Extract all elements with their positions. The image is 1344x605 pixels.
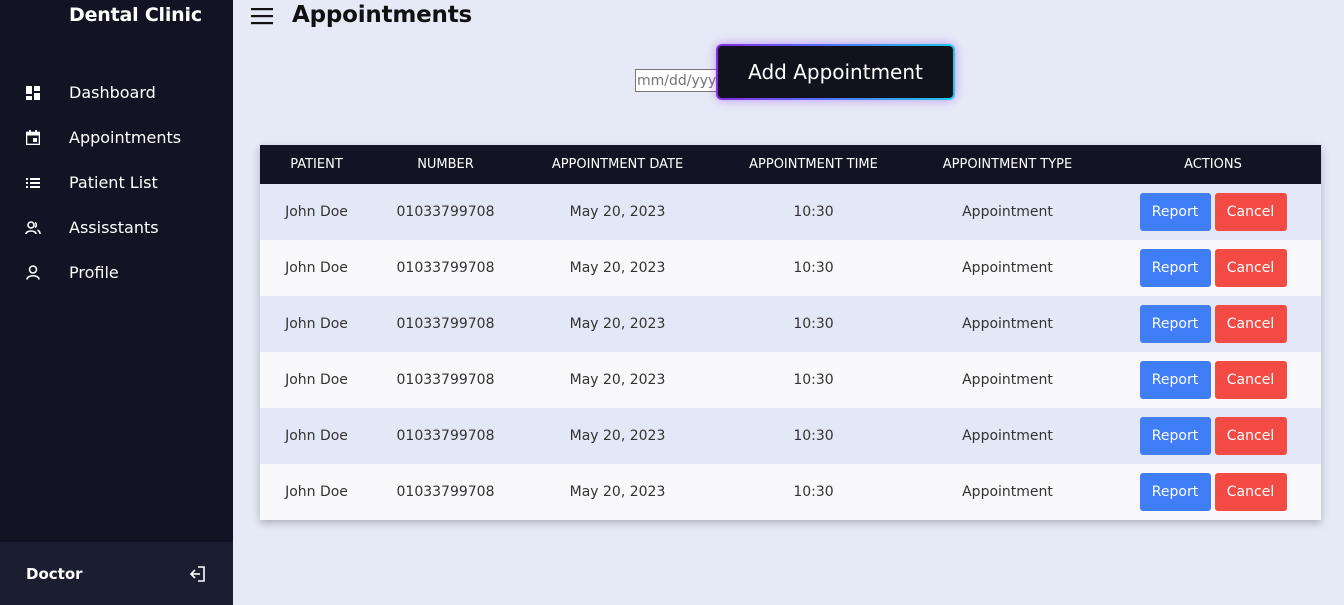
table-row: John Doe 01033799708 May 20, 2023 10:30 … — [260, 240, 1321, 296]
actions-cell: Report Cancel — [1105, 240, 1321, 296]
number-cell: 01033799708 — [396, 204, 495, 220]
report-button[interactable]: Report — [1139, 305, 1211, 343]
number-cell: 01033799708 — [396, 260, 495, 276]
sidebar-item-appointments[interactable]: Appointments — [0, 115, 233, 160]
patient-cell: John Doe — [285, 372, 348, 388]
column-header-actions: ACTIONS — [1184, 157, 1242, 172]
time-cell: 10:30 — [793, 484, 834, 500]
actions-cell: Report Cancel — [1105, 352, 1321, 408]
list-icon — [25, 175, 41, 191]
column-header-number[interactable]: NUMBER — [373, 145, 518, 184]
date-cell: May 20, 2023 — [569, 260, 666, 276]
date-cell: May 20, 2023 — [569, 204, 666, 220]
actions-cell: Report Cancel — [1105, 184, 1321, 240]
date-cell: May 20, 2023 — [569, 372, 666, 388]
date-cell: May 20, 2023 — [569, 316, 666, 332]
report-button[interactable]: Report — [1139, 473, 1211, 511]
users-icon — [25, 220, 41, 236]
column-header-patient[interactable]: PATIENT — [260, 145, 373, 184]
date-filter-input[interactable] — [635, 69, 725, 92]
column-header-date[interactable]: APPOINTMENT DATE — [518, 145, 717, 184]
time-cell: 10:30 — [793, 428, 834, 444]
cancel-button[interactable]: Cancel — [1214, 417, 1287, 455]
sidebar: Dental Clinic Dashboard Appointments Pat… — [0, 0, 233, 605]
patient-cell: John Doe — [285, 428, 348, 444]
sidebar-item-dashboard[interactable]: Dashboard — [0, 70, 233, 115]
time-cell: 10:30 — [793, 204, 834, 220]
number-cell: 01033799708 — [396, 316, 495, 332]
time-cell: 10:30 — [793, 372, 834, 388]
cancel-button[interactable]: Cancel — [1214, 473, 1287, 511]
patient-cell: John Doe — [285, 260, 348, 276]
hamburger-icon[interactable] — [251, 6, 274, 26]
logout-icon[interactable] — [189, 565, 207, 583]
sidebar-item-profile[interactable]: Profile — [0, 250, 233, 295]
appointments-table: PATIENT NUMBER APPOINTMENT DATE APPOINTM… — [260, 145, 1321, 520]
actions-cell: Report Cancel — [1105, 464, 1321, 520]
type-cell: Appointment — [962, 204, 1053, 220]
number-cell: 01033799708 — [396, 428, 495, 444]
page-title: Appointments — [292, 2, 473, 28]
sidebar-footer: Doctor — [0, 542, 233, 605]
table-row: John Doe 01033799708 May 20, 2023 10:30 … — [260, 352, 1321, 408]
cancel-button[interactable]: Cancel — [1214, 193, 1287, 231]
type-cell: Appointment — [962, 428, 1053, 444]
calendar-icon — [25, 130, 41, 146]
number-cell: 01033799708 — [396, 484, 495, 500]
type-cell: Appointment — [962, 372, 1053, 388]
sidebar-item-label: Profile — [69, 263, 119, 282]
time-cell: 10:30 — [793, 316, 834, 332]
sidebar-item-assistants[interactable]: Assisstants — [0, 205, 233, 250]
report-button[interactable]: Report — [1139, 193, 1211, 231]
table-row: John Doe 01033799708 May 20, 2023 10:30 … — [260, 184, 1321, 240]
column-header-type[interactable]: APPOINTMENT TYPE — [910, 145, 1105, 184]
user-icon — [25, 265, 41, 281]
sidebar-item-label: Appointments — [69, 128, 182, 147]
appointments-table-container: PATIENT NUMBER APPOINTMENT DATE APPOINTM… — [260, 145, 1321, 520]
actions-cell: Report Cancel — [1105, 408, 1321, 464]
table-row: John Doe 01033799708 May 20, 2023 10:30 … — [260, 408, 1321, 464]
dashboard-icon — [25, 85, 41, 101]
date-cell: May 20, 2023 — [569, 484, 666, 500]
cancel-button[interactable]: Cancel — [1214, 249, 1287, 287]
sidebar-item-label: Assisstants — [69, 218, 159, 237]
current-user-label: Doctor — [26, 564, 83, 583]
column-header-time[interactable]: APPOINTMENT TIME — [717, 145, 910, 184]
cancel-button[interactable]: Cancel — [1214, 361, 1287, 399]
add-appointment-button[interactable]: Add Appointment — [716, 44, 955, 100]
table-row: John Doe 01033799708 May 20, 2023 10:30 … — [260, 464, 1321, 520]
table-row: John Doe 01033799708 May 20, 2023 10:30 … — [260, 296, 1321, 352]
sidebar-item-label: Patient List — [69, 173, 158, 192]
type-cell: Appointment — [962, 316, 1053, 332]
patient-cell: John Doe — [285, 204, 348, 220]
time-cell: 10:30 — [793, 260, 834, 276]
brand-title: Dental Clinic — [69, 4, 202, 26]
report-button[interactable]: Report — [1139, 361, 1211, 399]
type-cell: Appointment — [962, 484, 1053, 500]
type-cell: Appointment — [962, 260, 1053, 276]
sidebar-item-label: Dashboard — [69, 83, 156, 102]
sidebar-nav: Dashboard Appointments Patient List Assi… — [0, 70, 233, 295]
patient-cell: John Doe — [285, 484, 348, 500]
cancel-button[interactable]: Cancel — [1214, 305, 1287, 343]
sidebar-item-patient-list[interactable]: Patient List — [0, 160, 233, 205]
patient-cell: John Doe — [285, 316, 348, 332]
number-cell: 01033799708 — [396, 372, 495, 388]
report-button[interactable]: Report — [1139, 417, 1211, 455]
date-cell: May 20, 2023 — [569, 428, 666, 444]
table-header-row: PATIENT NUMBER APPOINTMENT DATE APPOINTM… — [260, 145, 1321, 184]
report-button[interactable]: Report — [1139, 249, 1211, 287]
actions-cell: Report Cancel — [1105, 296, 1321, 352]
